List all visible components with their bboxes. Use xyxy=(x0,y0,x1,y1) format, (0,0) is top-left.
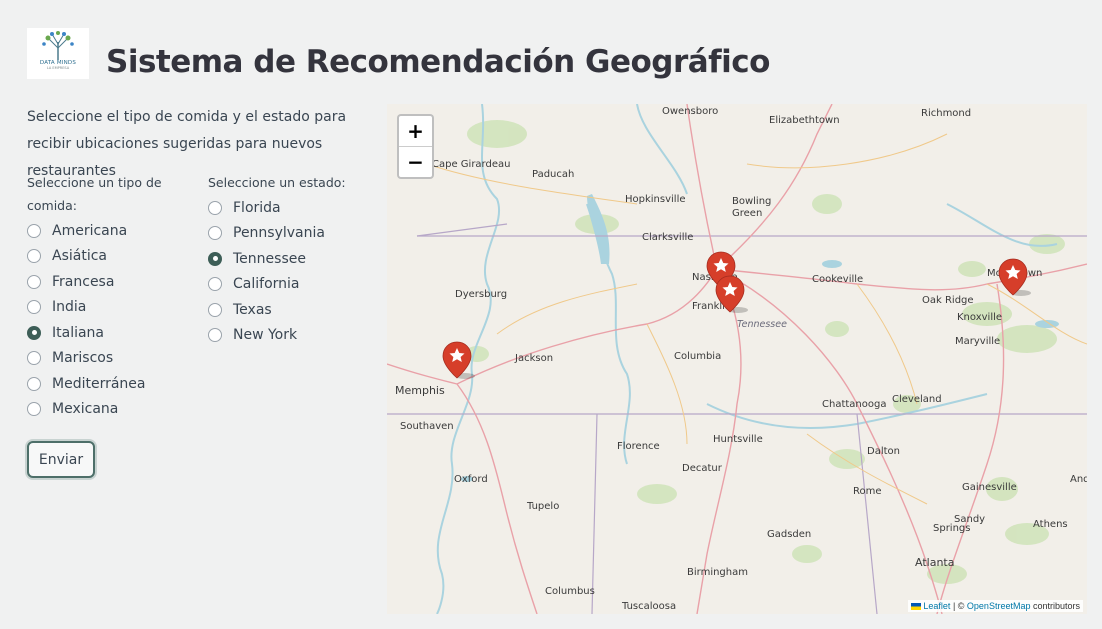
map-place-label: Cookeville xyxy=(812,274,863,285)
state-radio[interactable] xyxy=(208,200,222,215)
map-place-label: Gainesville xyxy=(962,482,1017,493)
food-type-option-label: Mariscos xyxy=(52,350,114,367)
map-place-label: Tupelo xyxy=(526,501,559,512)
map-place-label: Hopkinsville xyxy=(625,194,686,205)
food-type-option[interactable]: Mariscos xyxy=(27,346,167,372)
map-place-label: Dalton xyxy=(867,446,900,457)
map-place-label: Clarksville xyxy=(642,232,693,243)
state-option[interactable]: California xyxy=(208,272,358,298)
leaflet-link[interactable]: Leaflet xyxy=(923,601,950,611)
state-radio[interactable] xyxy=(208,302,222,317)
map-place-label: And xyxy=(1070,474,1087,485)
map-place-label: Springs xyxy=(933,523,970,534)
state-option[interactable]: New York xyxy=(208,323,358,349)
map-place-label: Columbus xyxy=(545,586,595,597)
submit-button[interactable]: Enviar xyxy=(27,441,95,478)
state-option[interactable]: Texas xyxy=(208,297,358,323)
map-place-label: Bowling xyxy=(732,196,771,207)
food-type-option[interactable]: India xyxy=(27,295,167,321)
food-type-option[interactable]: Asiática xyxy=(27,244,167,270)
state-radio[interactable] xyxy=(208,226,222,241)
food-type-option[interactable]: Mexicana xyxy=(27,397,167,423)
map-place-label: Cleveland xyxy=(892,394,942,405)
zoom-in-button[interactable]: + xyxy=(399,116,432,146)
food-type-radio[interactable] xyxy=(27,351,41,366)
map-place-label: Rome xyxy=(853,486,882,497)
food-type-radio[interactable] xyxy=(27,274,41,289)
state-label: Seleccione un estado: xyxy=(208,175,346,190)
state-option-label: Pennsylvania xyxy=(233,225,325,242)
state-option-label: Tennessee xyxy=(233,250,306,267)
map-place-label: Dyersburg xyxy=(455,289,507,300)
attribution-separator: | © xyxy=(950,601,967,611)
food-type-radio[interactable] xyxy=(27,249,41,264)
food-type-radio[interactable] xyxy=(27,402,41,417)
map-place-label: Oxford xyxy=(454,474,488,485)
map-place-label: Oak Ridge xyxy=(922,295,974,306)
map-place-label: Maryville xyxy=(955,336,1000,347)
map-place-label: Knoxville xyxy=(957,312,1002,323)
map-place-label: Green xyxy=(732,208,762,219)
food-type-option-label: Francesa xyxy=(52,273,115,290)
map-place-label: Paducah xyxy=(532,169,574,180)
zoom-out-button[interactable]: − xyxy=(399,146,432,177)
map-tiles[interactable]: Owensboro Elizabethtown Richmond Cape Girar… xyxy=(387,104,1087,614)
zoom-control: + − xyxy=(397,114,434,179)
food-type-option[interactable]: Mediterránea xyxy=(27,371,167,397)
food-type-group: Seleccione un tipo de comida: Americana A… xyxy=(27,171,167,422)
food-type-radio[interactable] xyxy=(27,223,41,238)
state-option-label: Florida xyxy=(233,199,281,216)
map-place-label: Atlanta xyxy=(915,556,954,569)
map-place-label: Columbia xyxy=(674,351,721,362)
food-type-option-label: Asiática xyxy=(52,248,107,265)
logo: DATA MINDS LA EMPRESA xyxy=(27,28,89,79)
map-place-label: Athens xyxy=(1033,519,1068,530)
state-option-label: California xyxy=(233,276,300,293)
food-type-radio[interactable] xyxy=(27,325,41,340)
food-type-radio[interactable] xyxy=(27,376,41,391)
food-type-option-label: Italiana xyxy=(52,324,105,341)
food-type-label: Seleccione un tipo de comida: xyxy=(27,175,162,213)
food-type-radio[interactable] xyxy=(27,300,41,315)
food-type-option-label: Americana xyxy=(52,222,128,239)
map-place-label: Richmond xyxy=(921,108,971,119)
state-option-label: Texas xyxy=(233,301,272,318)
logo-subtitle: LA EMPRESA xyxy=(46,66,70,70)
ukraine-flag-icon xyxy=(911,603,922,611)
state-radio[interactable] xyxy=(208,277,222,292)
food-type-option[interactable]: Francesa xyxy=(27,269,167,295)
state-radio[interactable] xyxy=(208,328,222,343)
map-place-label: Elizabethtown xyxy=(769,115,840,126)
map-place-label: Gadsden xyxy=(767,529,811,540)
map-place-label: Cape Girardeau xyxy=(432,159,510,170)
map-place-label: Decatur xyxy=(682,463,723,474)
food-type-option-label: Mediterránea xyxy=(52,375,146,392)
state-option[interactable]: Florida xyxy=(208,195,358,221)
map-place-label: Tuscaloosa xyxy=(621,601,676,612)
food-type-option[interactable]: Americana xyxy=(27,218,167,244)
food-type-option[interactable]: Italiana xyxy=(27,320,167,346)
map-place-label: Tennessee xyxy=(737,319,787,330)
state-group: Seleccione un estado: Florida Pennsylvani… xyxy=(208,171,358,348)
map-place-label: Birmingham xyxy=(687,567,748,578)
state-option[interactable]: Pennsylvania xyxy=(208,221,358,247)
osm-link[interactable]: OpenStreetMap xyxy=(967,601,1031,611)
map[interactable]: Owensboro Elizabethtown Richmond Cape Girar… xyxy=(387,104,1087,614)
tree-icon xyxy=(42,31,74,60)
map-place-label: Memphis xyxy=(395,384,445,397)
state-option-label: New York xyxy=(233,327,298,344)
map-place-label: Chattanooga xyxy=(822,399,886,410)
state-option[interactable]: Tennessee xyxy=(208,246,358,272)
attribution-tail: contributors xyxy=(1030,601,1080,611)
map-place-label: Florence xyxy=(617,441,660,452)
map-place-label: Southaven xyxy=(400,421,454,432)
map-place-label: Jackson xyxy=(514,353,553,364)
page-title: Sistema de Recomendación Geográfico xyxy=(106,44,770,80)
food-type-option-label: Mexicana xyxy=(52,401,119,418)
food-type-option-label: India xyxy=(52,299,87,316)
map-attribution: Leaflet | © OpenStreetMap contributors xyxy=(908,600,1083,612)
map-place-label: Owensboro xyxy=(662,106,718,117)
map-place-label: Huntsville xyxy=(713,434,763,445)
state-radio[interactable] xyxy=(208,251,222,266)
